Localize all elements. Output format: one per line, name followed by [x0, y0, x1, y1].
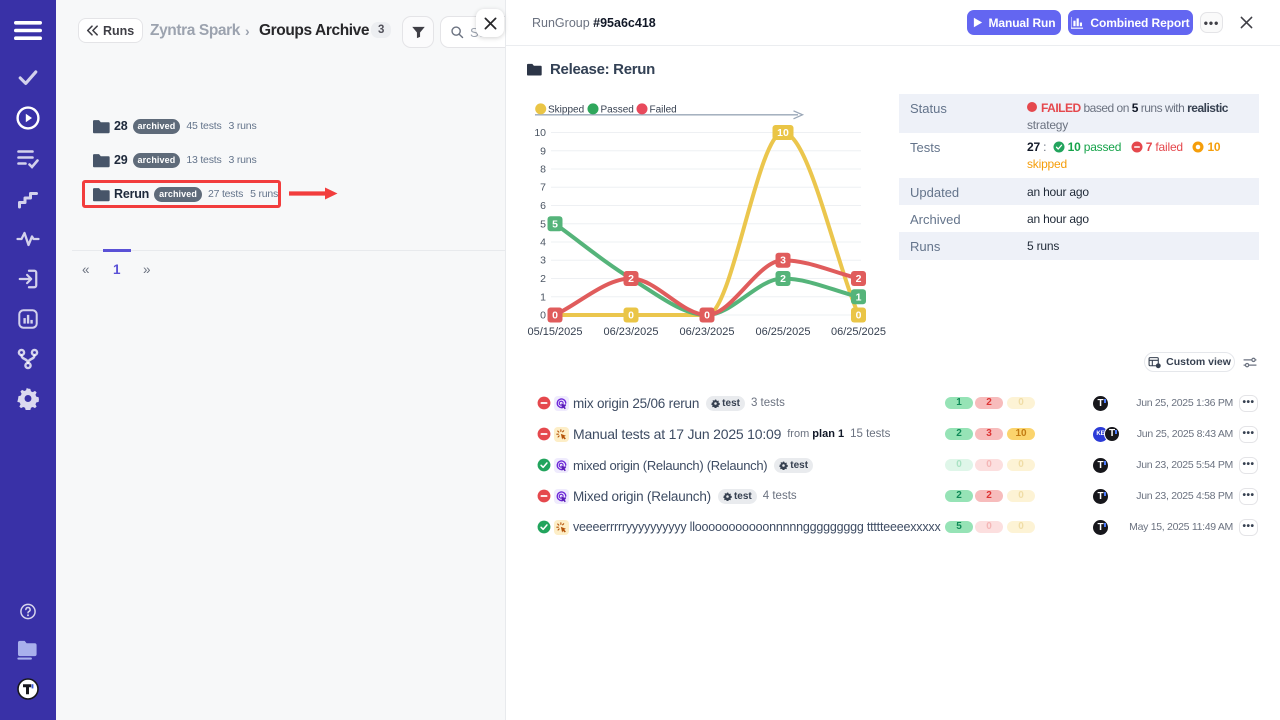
svg-text:4: 4	[540, 237, 546, 249]
svg-text:2: 2	[856, 273, 862, 285]
svg-text:0: 0	[552, 310, 558, 322]
svg-text:0: 0	[628, 310, 634, 322]
svg-text:5: 5	[552, 218, 558, 230]
svg-text:8: 8	[540, 164, 546, 176]
svg-text:06/23/2025: 06/23/2025	[603, 326, 658, 338]
svg-text:6: 6	[540, 200, 546, 212]
svg-text:5: 5	[540, 218, 546, 230]
svg-text:06/23/2025: 06/23/2025	[679, 326, 734, 338]
svg-text:05/15/2025: 05/15/2025	[527, 326, 582, 338]
svg-text:0: 0	[856, 310, 862, 322]
svg-text:Passed: Passed	[601, 105, 634, 116]
svg-text:2: 2	[780, 273, 786, 285]
svg-text:2: 2	[540, 273, 546, 285]
svg-text:3: 3	[540, 255, 546, 267]
svg-text:3: 3	[780, 255, 786, 267]
svg-text:Skipped: Skipped	[548, 105, 584, 116]
svg-text:7: 7	[540, 182, 546, 194]
svg-text:Failed: Failed	[650, 105, 677, 116]
svg-text:2: 2	[628, 273, 634, 285]
svg-text:1: 1	[856, 291, 862, 303]
svg-text:06/25/2025: 06/25/2025	[755, 326, 810, 338]
svg-text:0: 0	[540, 310, 546, 322]
svg-text:10: 10	[534, 127, 546, 139]
svg-text:0: 0	[704, 310, 710, 322]
svg-text:1: 1	[540, 291, 546, 303]
svg-text:06/25/2025: 06/25/2025	[831, 326, 886, 338]
svg-text:10: 10	[777, 127, 789, 139]
svg-text:9: 9	[540, 145, 546, 157]
